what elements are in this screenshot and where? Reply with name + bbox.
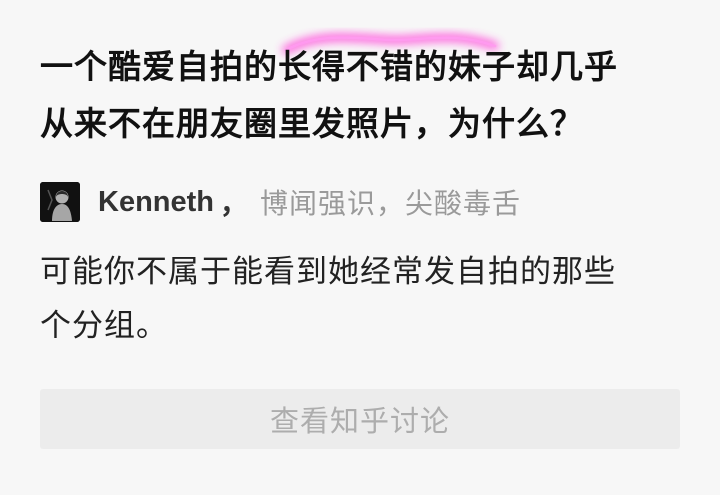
portrait-avatar-icon[interactable] — [40, 182, 80, 222]
answer-excerpt-line-1: 可能你不属于能看到她经常发自拍的那些 — [40, 254, 616, 290]
answer-excerpt[interactable]: 可能你不属于能看到她经常发自拍的那些 个分组。 — [40, 245, 680, 353]
question-title-line-1: 一个酷爱自拍的长得不错的妹子却几乎 — [40, 47, 618, 86]
question-title[interactable]: 一个酷爱自拍的长得不错的妹子却几乎 从来不在朋友圈里发照片，为什么？ — [40, 38, 680, 152]
answer-excerpt-line-2: 个分组。 — [40, 308, 168, 344]
author-bio: 博闻强识，尖酸毒舌 — [260, 187, 522, 220]
author-row[interactable]: Kenneth ， 博闻强识，尖酸毒舌 — [40, 181, 521, 223]
zhihu-answer-card: 一个酷爱自拍的长得不错的妹子却几乎 从来不在朋友圈里发照片，为什么？ Kenne… — [0, 0, 720, 495]
author-name[interactable]: Kenneth — [98, 186, 214, 219]
question-title-line-2: 从来不在朋友圈里发照片，为什么？ — [40, 104, 584, 143]
author-separator: ， — [220, 187, 249, 220]
view-zhihu-discussion-button[interactable]: 查看知乎讨论 — [40, 389, 680, 449]
avatar-portrait-icon — [40, 182, 80, 222]
